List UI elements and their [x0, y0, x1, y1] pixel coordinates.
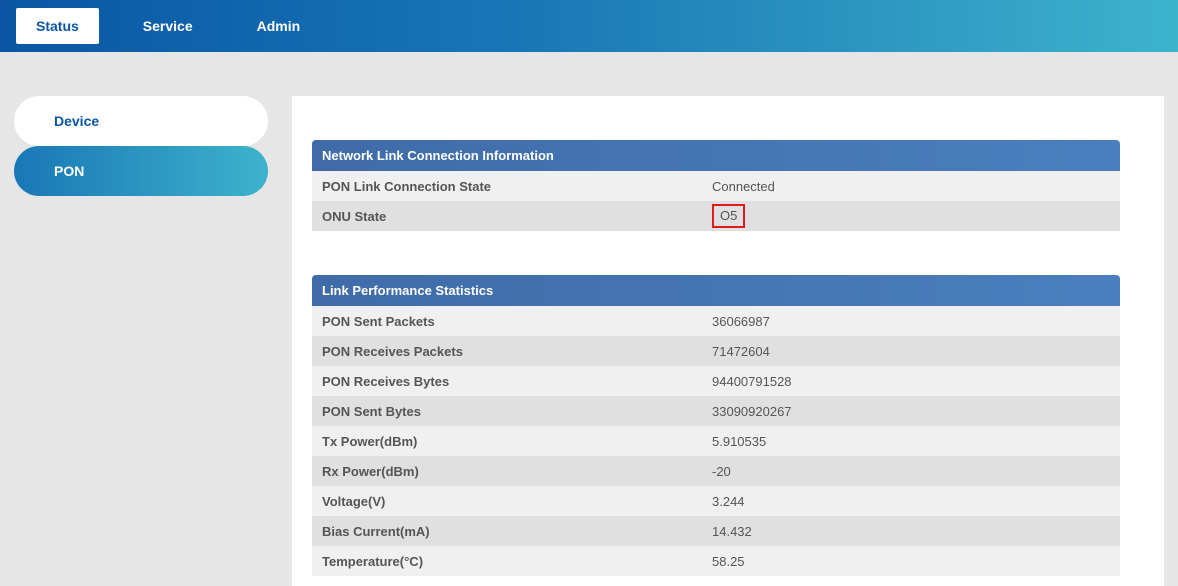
table-row: PON Sent Packets 36066987 [312, 306, 1120, 336]
table-row: Voltage(V) 3.244 [312, 486, 1120, 516]
row-label: Bias Current(mA) [312, 516, 712, 546]
row-label: Voltage(V) [312, 486, 712, 516]
table-row: Tx Power(dBm) 5.910535 [312, 426, 1120, 456]
table-row: Bias Current(mA) 14.432 [312, 516, 1120, 546]
row-value: 58.25 [712, 546, 1120, 576]
row-label: PON Receives Bytes [312, 366, 712, 396]
table-row: ONU State O5 [312, 201, 1120, 231]
table-row: Temperature(°C) 58.25 [312, 546, 1120, 576]
row-label: Rx Power(dBm) [312, 456, 712, 486]
top-nav: Status Service Admin [0, 0, 1178, 52]
row-value: 14.432 [712, 516, 1120, 546]
onu-state-highlight: O5 [712, 204, 745, 228]
row-label: ONU State [312, 201, 712, 231]
content-panel: Network Link Connection Information PON … [292, 96, 1164, 586]
row-label: PON Receives Packets [312, 336, 712, 366]
table-perf-stats: PON Sent Packets 36066987 PON Receives P… [312, 306, 1120, 576]
row-label: Temperature(°C) [312, 546, 712, 576]
tab-admin[interactable]: Admin [237, 8, 321, 44]
row-label: PON Sent Packets [312, 306, 712, 336]
section-header-perf-stats: Link Performance Statistics [312, 275, 1120, 306]
table-row: PON Sent Bytes 33090920267 [312, 396, 1120, 426]
tab-service[interactable]: Service [123, 8, 213, 44]
table-row: PON Receives Bytes 94400791528 [312, 366, 1120, 396]
row-label: PON Sent Bytes [312, 396, 712, 426]
table-row: PON Receives Packets 71472604 [312, 336, 1120, 366]
row-value: 5.910535 [712, 426, 1120, 456]
row-value: 94400791528 [712, 366, 1120, 396]
tab-status[interactable]: Status [16, 8, 99, 44]
table-row: Rx Power(dBm) -20 [312, 456, 1120, 486]
row-value: 71472604 [712, 336, 1120, 366]
sidebar: Device PON [0, 52, 252, 586]
row-value: -20 [712, 456, 1120, 486]
sidebar-item-pon[interactable]: PON [14, 146, 268, 196]
table-link-info: PON Link Connection State Connected ONU … [312, 171, 1120, 231]
row-label: PON Link Connection State [312, 171, 712, 201]
row-value: O5 [712, 201, 1120, 231]
section-header-link-info: Network Link Connection Information [312, 140, 1120, 171]
row-value: 3.244 [712, 486, 1120, 516]
row-value: Connected [712, 171, 1120, 201]
row-label: Tx Power(dBm) [312, 426, 712, 456]
row-value: 33090920267 [712, 396, 1120, 426]
table-row: PON Link Connection State Connected [312, 171, 1120, 201]
sidebar-item-device[interactable]: Device [14, 96, 268, 146]
row-value: 36066987 [712, 306, 1120, 336]
